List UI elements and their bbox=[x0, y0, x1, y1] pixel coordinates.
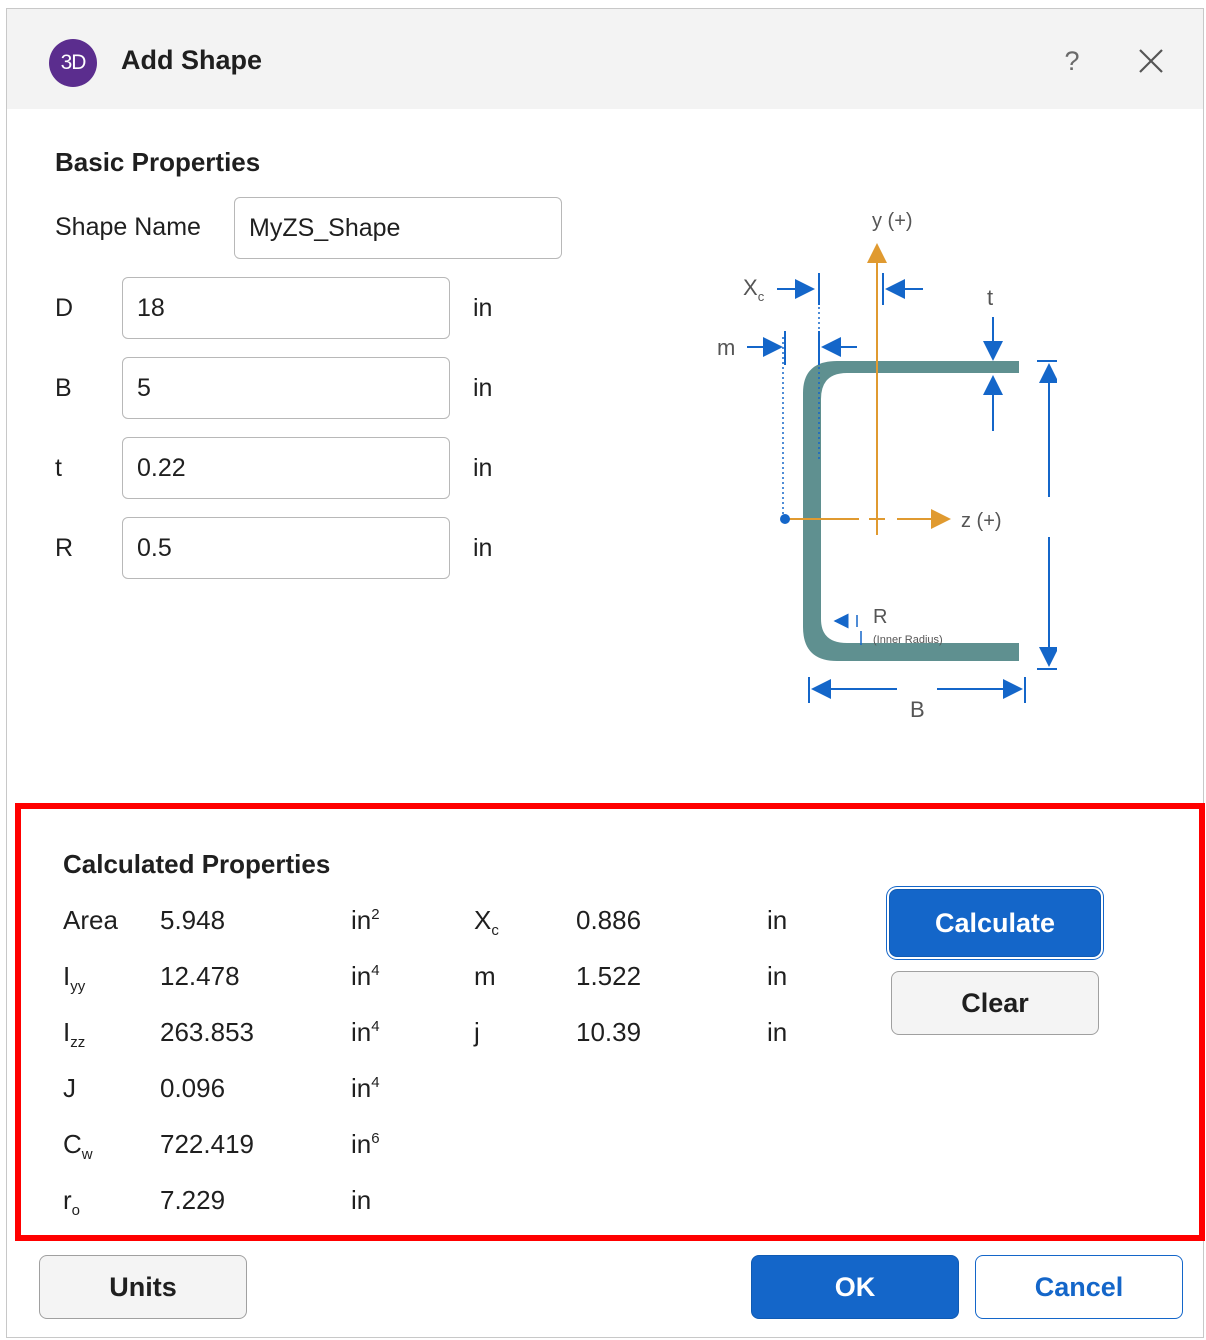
r-unit: in bbox=[473, 534, 493, 562]
close-button[interactable] bbox=[1133, 43, 1169, 79]
y-axis-label: y (+) bbox=[872, 210, 913, 232]
clear-button[interactable]: Clear bbox=[891, 971, 1099, 1035]
b-dim-label: B bbox=[910, 697, 925, 722]
area-unit: in2 bbox=[351, 905, 380, 935]
add-shape-dialog: 3D Add Shape ? Basic Properties Shape Na… bbox=[6, 8, 1205, 1338]
t-unit: in bbox=[473, 454, 493, 482]
t-label: t bbox=[55, 454, 62, 482]
ro-value: 7.229 bbox=[160, 1185, 226, 1215]
d-unit: in bbox=[473, 294, 493, 322]
j-torsion-label: J bbox=[63, 1073, 76, 1103]
d-label: D bbox=[55, 294, 74, 322]
d-input[interactable] bbox=[122, 277, 450, 339]
iyy-value: 12.478 bbox=[160, 961, 240, 991]
app-logo-icon: 3D bbox=[49, 39, 97, 87]
j-torsion-unit: in4 bbox=[351, 1073, 380, 1103]
xc-prop-label: Xc bbox=[474, 905, 499, 939]
dialog-title: Add Shape bbox=[121, 45, 263, 75]
close-icon bbox=[1139, 49, 1163, 73]
izz-label: Izz bbox=[63, 1017, 86, 1051]
cancel-button[interactable]: Cancel bbox=[975, 1255, 1183, 1319]
xc-label: Xc bbox=[743, 275, 765, 304]
iyy-label: Iyy bbox=[63, 961, 86, 995]
m-prop-value: 1.522 bbox=[576, 961, 642, 991]
b-label: B bbox=[55, 374, 72, 402]
j-prop-label: j bbox=[474, 1017, 480, 1047]
shape-name-label: Shape Name bbox=[55, 213, 201, 241]
cw-label: Cw bbox=[63, 1129, 93, 1163]
calculate-button[interactable]: Calculate bbox=[889, 889, 1101, 957]
help-button[interactable]: ? bbox=[1057, 43, 1087, 79]
r-dim-label: R bbox=[873, 606, 887, 628]
r-input[interactable] bbox=[122, 517, 450, 579]
r-note-label: (Inner Radius) bbox=[873, 634, 943, 646]
ok-button[interactable]: OK bbox=[751, 1255, 959, 1319]
z-axis-label: z (+) bbox=[961, 510, 1002, 532]
cw-value: 722.419 bbox=[160, 1129, 254, 1159]
m-prop-unit: in bbox=[767, 961, 788, 991]
izz-unit: in4 bbox=[351, 1017, 380, 1047]
b-input[interactable] bbox=[122, 357, 450, 419]
shape-name-input[interactable] bbox=[234, 197, 562, 259]
area-label: Area bbox=[63, 905, 118, 935]
m-prop-label: m bbox=[474, 961, 496, 991]
channel-shape-diagram: y (+) z (+) Xc m t D bbox=[717, 210, 1057, 722]
title-bar: 3D Add Shape ? bbox=[7, 9, 1203, 109]
m-label: m bbox=[717, 335, 735, 360]
cw-unit: in6 bbox=[351, 1129, 380, 1159]
iyy-unit: in4 bbox=[351, 961, 380, 991]
area-value: 5.948 bbox=[160, 905, 226, 935]
xc-prop-unit: in bbox=[767, 905, 788, 935]
xc-prop-value: 0.886 bbox=[576, 905, 642, 935]
shear-center-dot bbox=[780, 514, 790, 524]
basic-properties-heading: Basic Properties bbox=[55, 147, 261, 177]
t-input[interactable] bbox=[122, 437, 450, 499]
j-prop-unit: in bbox=[767, 1017, 788, 1047]
ro-unit: in bbox=[351, 1185, 372, 1215]
b-unit: in bbox=[473, 374, 493, 402]
j-torsion-value: 0.096 bbox=[160, 1073, 226, 1103]
j-prop-value: 10.39 bbox=[576, 1017, 642, 1047]
calculated-properties-panel: Calculated Properties Area 5.948 in2 Iyy… bbox=[15, 803, 1205, 1241]
units-button[interactable]: Units bbox=[39, 1255, 247, 1319]
t-dim-label: t bbox=[987, 285, 993, 310]
ro-label: ro bbox=[63, 1185, 81, 1219]
r-label: R bbox=[55, 534, 74, 562]
izz-value: 263.853 bbox=[160, 1017, 254, 1047]
calculated-properties-heading: Calculated Properties bbox=[63, 849, 331, 879]
